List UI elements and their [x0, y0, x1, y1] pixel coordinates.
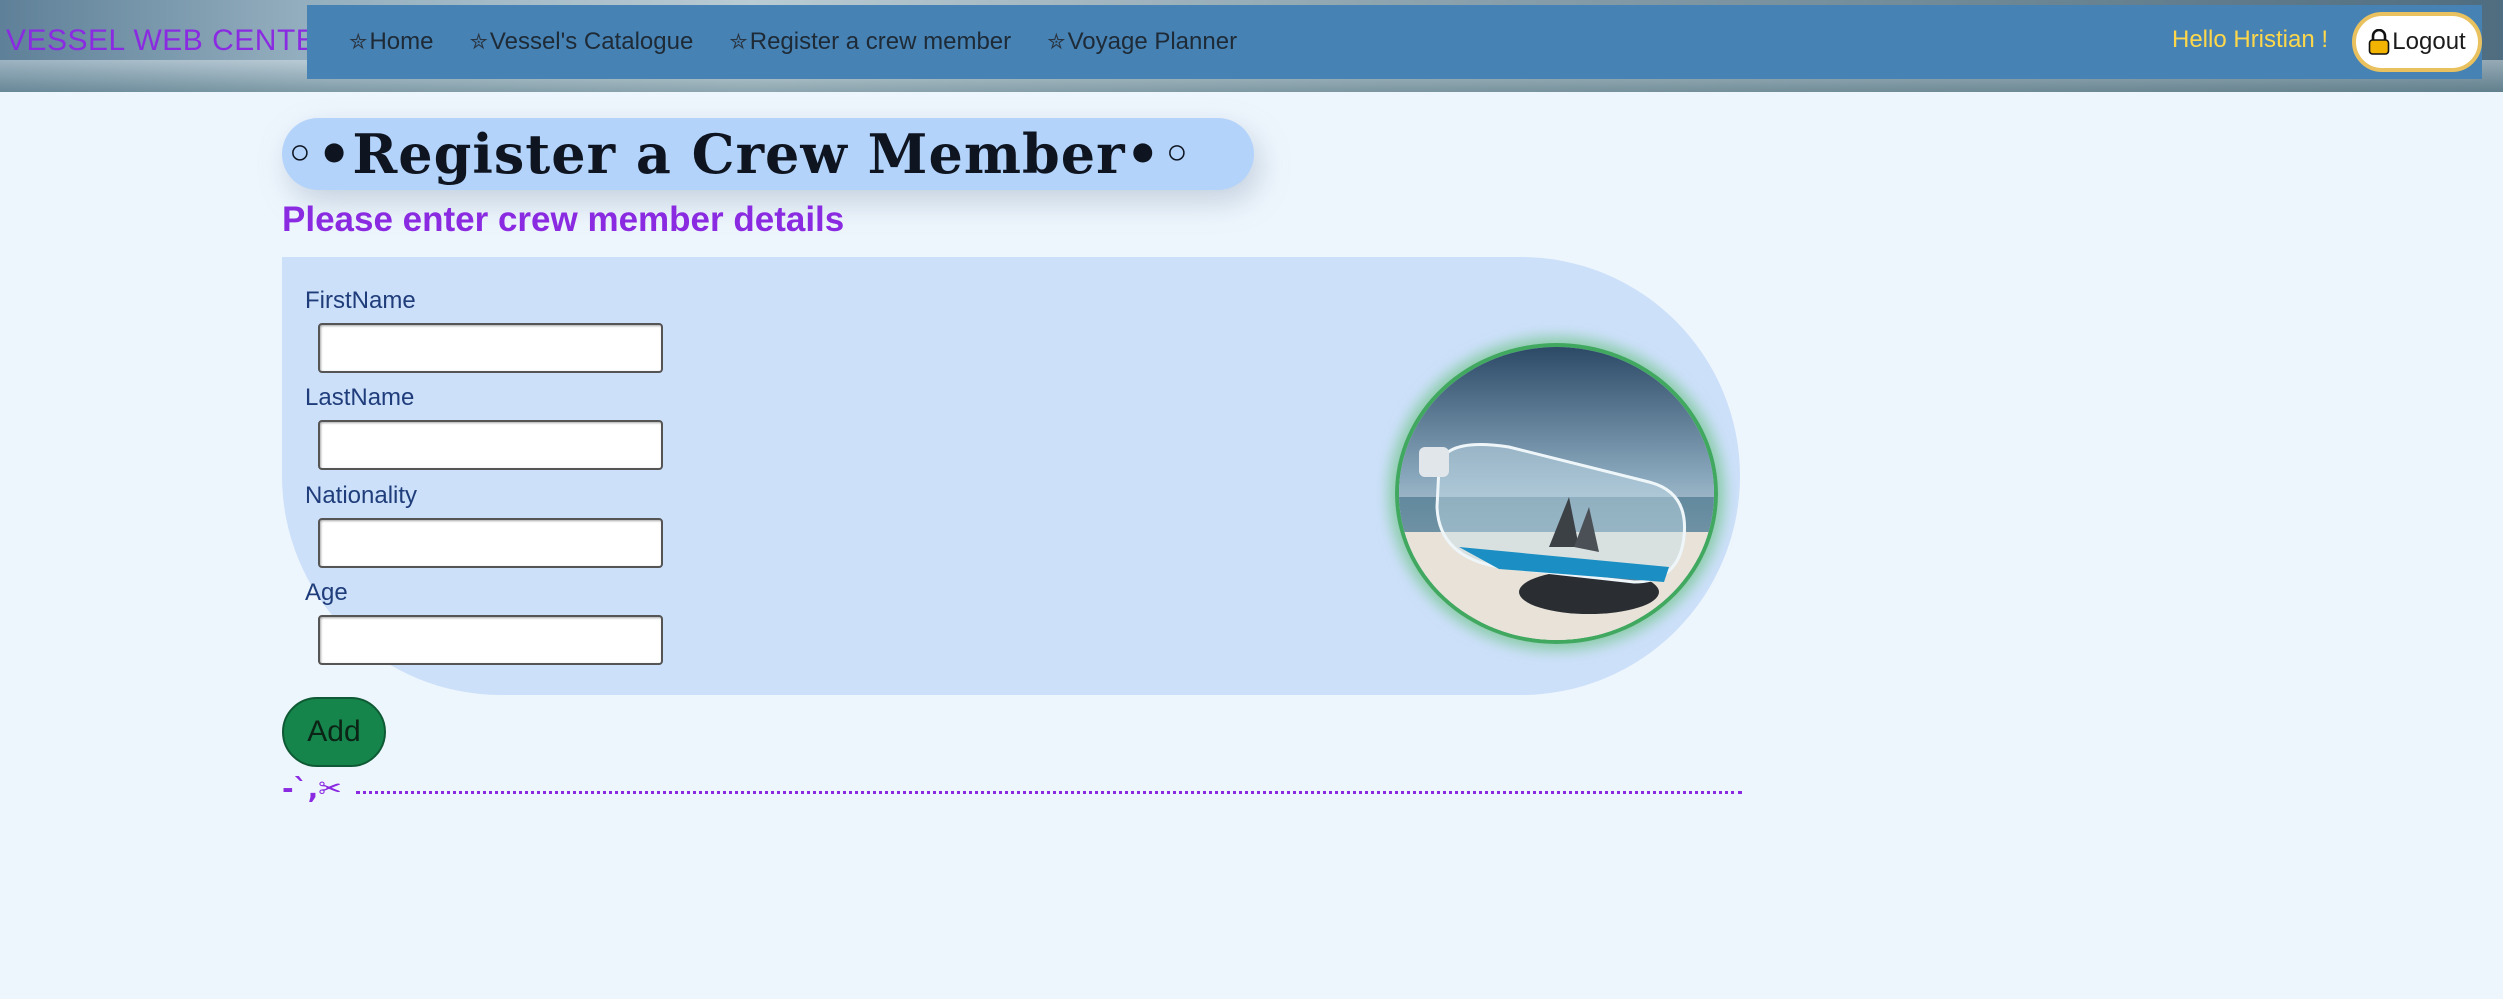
brand-logo-text[interactable]: VESSEL WEB CENTER	[6, 24, 338, 58]
lock-icon	[2368, 29, 2390, 55]
nav-link-label: Voyage Planner	[1067, 28, 1238, 55]
age-input[interactable]	[318, 615, 663, 665]
nav-link-voyage-planner[interactable]: ✮ Voyage Planner	[1047, 28, 1237, 56]
nav-link-register-crew[interactable]: ✮ Register a crew member	[729, 28, 1011, 56]
star-icon: ✮	[1047, 29, 1066, 54]
navbar: ✮ Home ✮ Vessel's Catalogue ✮ Register a cr…	[307, 5, 2482, 79]
last-name-input[interactable]	[318, 420, 663, 470]
scissors-icon: -`,✂	[282, 772, 342, 805]
star-icon: ✮	[469, 29, 488, 54]
nav-link-home[interactable]: ✮ Home	[349, 28, 433, 56]
ship-in-bottle-image	[1395, 343, 1718, 644]
nav-link-label: Vessel's Catalogue	[489, 28, 694, 55]
nationality-input[interactable]	[318, 518, 663, 568]
page-subtitle: Please enter crew member details	[282, 200, 845, 239]
page-title-banner: ◦•Register a Crew Member•◦	[282, 118, 1254, 190]
nationality-label: Nationality	[305, 482, 418, 509]
logout-label: Logout	[2392, 28, 2466, 55]
ship-in-bottle-illustration	[1399, 347, 1714, 640]
age-label: Age	[305, 579, 348, 606]
nav-link-label: Register a crew member	[749, 28, 1012, 55]
nav-link-label: Home	[369, 28, 434, 55]
first-name-label: FirstName	[305, 287, 416, 314]
star-icon: ✮	[349, 29, 368, 54]
logout-button[interactable]: Logout	[2352, 12, 2482, 72]
nav-link-vessels-catalogue[interactable]: ✮ Vessel's Catalogue	[469, 28, 693, 56]
star-icon: ✮	[729, 29, 748, 54]
cut-line-divider: -`,✂	[282, 772, 1742, 812]
page-title: ◦•Register a Crew Member•◦	[284, 122, 1194, 186]
nav-links: ✮ Home ✮ Vessel's Catalogue ✮ Register a cr…	[349, 5, 1237, 79]
user-greeting: Hello Hristian !	[2172, 26, 2329, 53]
dotted-line	[356, 791, 1742, 794]
first-name-input[interactable]	[318, 323, 663, 373]
last-name-label: LastName	[305, 384, 415, 411]
add-button[interactable]: Add	[282, 697, 386, 767]
